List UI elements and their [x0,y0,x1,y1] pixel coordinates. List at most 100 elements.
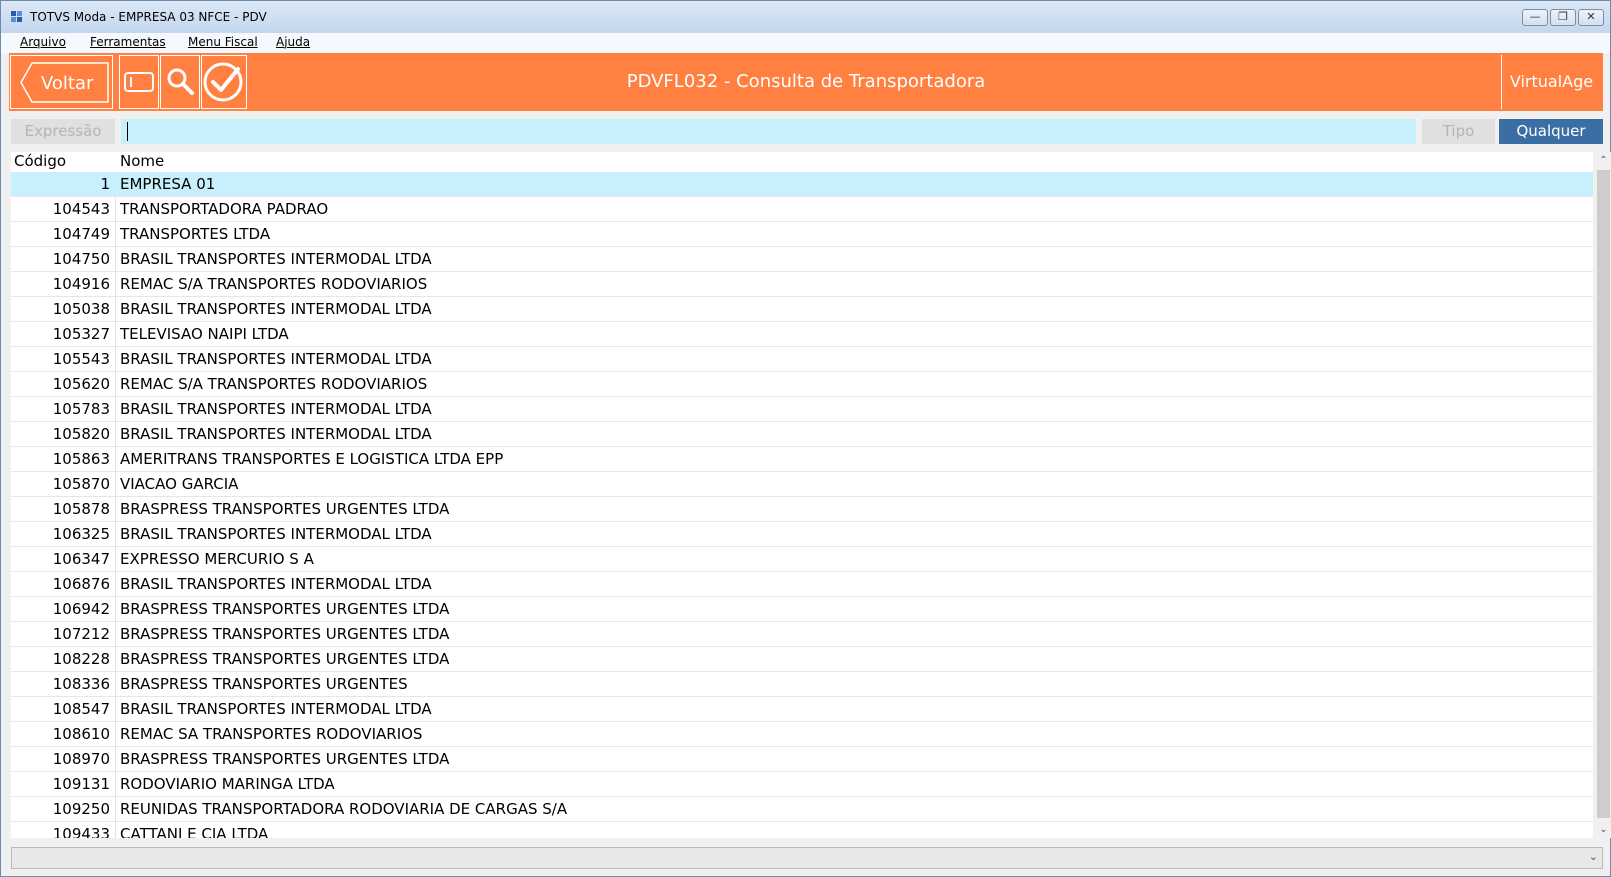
cell-name: BRASPRESS TRANSPORTES URGENTES LTDA [120,600,450,618]
app-window: TOTVS Moda - EMPRESA 03 NFCE - PDV — ❐ ✕… [0,0,1611,877]
table-row[interactable]: 108970 BRASPRESS TRANSPORTES URGENTES LTD… [11,747,1593,772]
menu-ferramentas[interactable]: Ferramentas [90,35,166,49]
column-header-name[interactable]: Nome [120,152,164,170]
cell-code: 108336 [52,675,110,693]
cell-code: 109433 [52,825,110,838]
cell-code: 106347 [52,550,110,568]
cell-code: 109131 [52,775,110,793]
bottom-combobox[interactable]: ⌄ [11,847,1603,869]
window-title: TOTVS Moda - EMPRESA 03 NFCE - PDV [30,10,267,24]
vertical-scrollbar[interactable]: ⌃ ⌄ [1595,152,1611,838]
cell-code: 1 [100,175,110,193]
type-label: Tipo [1422,119,1495,144]
cell-name: BRASPRESS TRANSPORTES URGENTES [120,675,408,693]
cell-code: 105783 [52,400,110,418]
table-row[interactable]: 104916 REMAC S/A TRANSPORTES RODOVIARIOS [11,272,1593,297]
table-row[interactable]: 106942 BRASPRESS TRANSPORTES URGENTES LTD… [11,597,1593,622]
menu-arquivo[interactable]: Arquivo [20,35,66,49]
table-row[interactable]: 108228 BRASPRESS TRANSPORTES URGENTES LTD… [11,647,1593,672]
table-row[interactable]: 104543 TRANSPORTADORA PADRAO [11,197,1593,222]
cell-code: 108547 [52,700,110,718]
page-title: PDVFL032 - Consulta de Transportadora [626,71,986,92]
scroll-thumb[interactable] [1597,170,1610,818]
table-row[interactable]: 105783 BRASIL TRANSPORTES INTERMODAL LTDA [11,397,1593,422]
table-row[interactable]: 105543 BRASIL TRANSPORTES INTERMODAL LTDA [11,347,1593,372]
text-caret [127,122,128,141]
table-row[interactable]: 109250 REUNIDAS TRANSPORTADORA RODOVIARIA… [11,797,1593,822]
title-bar: TOTVS Moda - EMPRESA 03 NFCE - PDV — ❐ ✕ [1,1,1610,33]
scroll-down-button[interactable]: ⌄ [1595,821,1611,838]
cell-code: 108610 [52,725,110,743]
cell-name: BRASIL TRANSPORTES INTERMODAL LTDA [120,525,432,543]
table-row[interactable]: 104750 BRASIL TRANSPORTES INTERMODAL LTDA [11,247,1593,272]
table-row[interactable]: 108610 REMAC SA TRANSPORTES RODOVIARIOS [11,722,1593,747]
cell-name: TELEVISAO NAIPI LTDA [120,325,289,343]
cell-code: 105878 [52,500,110,518]
search-input[interactable] [121,119,1416,144]
table-row[interactable]: 106347 EXPRESSO MERCURIO S A [11,547,1593,572]
table-row[interactable]: 109433 CATTANI E CIA LTDA [11,822,1593,838]
cell-name: BRASIL TRANSPORTES INTERMODAL LTDA [120,250,432,268]
cell-name: BRASPRESS TRANSPORTES URGENTES LTDA [120,625,450,643]
cell-name: REMAC SA TRANSPORTES RODOVIARIOS [120,725,423,743]
table-row[interactable]: 106876 BRASIL TRANSPORTES INTERMODAL LTDA [11,572,1593,597]
table-row[interactable]: 109131 RODOVIARIO MARINGA LTDA [11,772,1593,797]
table-row[interactable]: 105820 BRASIL TRANSPORTES INTERMODAL LTDA [11,422,1593,447]
cell-name: REUNIDAS TRANSPORTADORA RODOVIARIA DE CA… [120,800,568,818]
table-row[interactable]: 105038 BRASIL TRANSPORTES INTERMODAL LTDA [11,297,1593,322]
table-row[interactable]: 104749 TRANSPORTES LTDA [11,222,1593,247]
results-grid: Código Nome 1 EMPRESA 01 104543 TRANSPORTAD… [11,152,1593,838]
restore-button[interactable]: ❐ [1550,9,1576,26]
table-row[interactable]: 105327 TELEVISAO NAIPI LTDA [11,322,1593,347]
cell-name: BRASIL TRANSPORTES INTERMODAL LTDA [120,350,432,368]
type-select[interactable]: Qualquer [1499,119,1603,144]
table-row[interactable]: 108547 BRASIL TRANSPORTES INTERMODAL LTDA [11,697,1593,722]
cell-code: 107212 [52,625,110,643]
cell-name: AMERITRANS TRANSPORTES E LOGISTICA LTDA … [120,450,504,468]
dropdown-arrow-icon[interactable]: ⌄ [1589,850,1598,863]
menu-bar: Arquivo Ferramentas Menu Fiscal Ajuda [1,33,1610,53]
cell-name: TRANSPORTADORA PADRAO [120,200,329,218]
table-row[interactable]: 1 EMPRESA 01 [11,172,1593,197]
cell-code: 104916 [52,275,110,293]
cell-name: TRANSPORTES LTDA [120,225,271,243]
cell-code: 104543 [52,200,110,218]
cell-code: 108970 [52,750,110,768]
cell-name: BRASPRESS TRANSPORTES URGENTES LTDA [120,750,450,768]
cell-name: EMPRESA 01 [120,175,216,193]
menu-ajuda[interactable]: Ajuda [276,35,310,49]
table-row[interactable]: 105878 BRASPRESS TRANSPORTES URGENTES LTD… [11,497,1593,522]
menu-fiscal[interactable]: Menu Fiscal [188,35,258,49]
cell-name: BRASPRESS TRANSPORTES URGENTES LTDA [120,500,450,518]
table-row[interactable]: 107212 BRASPRESS TRANSPORTES URGENTES LTD… [11,622,1593,647]
grid-header: Código Nome [11,152,1593,172]
table-row[interactable]: 105620 REMAC S/A TRANSPORTES RODOVIARIOS [11,372,1593,397]
cell-name: EXPRESSO MERCURIO S A [120,550,314,568]
cell-code: 105327 [52,325,110,343]
column-header-code[interactable]: Código [14,152,66,170]
cell-code: 106876 [52,575,110,593]
cell-name: BRASIL TRANSPORTES INTERMODAL LTDA [120,400,432,418]
table-row[interactable]: 106325 BRASIL TRANSPORTES INTERMODAL LTDA [11,522,1593,547]
scroll-up-button[interactable]: ⌃ [1595,152,1611,169]
cell-name: BRASIL TRANSPORTES INTERMODAL LTDA [120,575,432,593]
cell-code: 105870 [52,475,110,493]
minimize-button[interactable]: — [1522,9,1548,26]
cell-name: BRASIL TRANSPORTES INTERMODAL LTDA [120,300,432,318]
table-row[interactable]: 105863 AMERITRANS TRANSPORTES E LOGISTICA… [11,447,1593,472]
cell-code: 105820 [52,425,110,443]
table-row[interactable]: 105870 VIACAO GARCIA [11,472,1593,497]
cell-name: RODOVIARIO MARINGA LTDA [120,775,335,793]
grid-rows: 1 EMPRESA 01 104543 TRANSPORTADORA PADRAO 10… [11,172,1593,838]
cell-code: 108228 [52,650,110,668]
cell-name: BRASIL TRANSPORTES INTERMODAL LTDA [120,425,432,443]
close-button[interactable]: ✕ [1578,9,1604,26]
cell-code: 104749 [52,225,110,243]
cell-code: 105543 [52,350,110,368]
cell-code: 105863 [52,450,110,468]
cell-code: 106325 [52,525,110,543]
table-row[interactable]: 108336 BRASPRESS TRANSPORTES URGENTES [11,672,1593,697]
brand-label: VirtualAge [1501,55,1601,109]
cell-code: 109250 [52,800,110,818]
cell-name: VIACAO GARCIA [120,475,239,493]
